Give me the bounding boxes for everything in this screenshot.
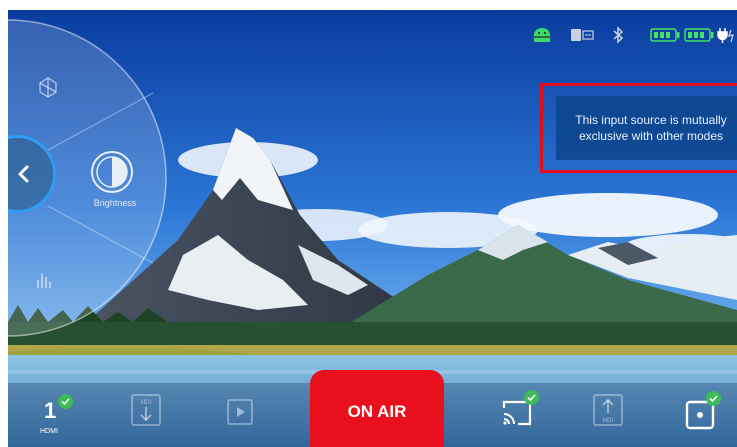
battery-2-icon — [684, 24, 714, 46]
device-screen: Brightness This input source is mutually… — [8, 10, 737, 447]
ndi-out-icon: NDI — [593, 394, 623, 426]
check-icon — [706, 391, 721, 406]
svg-text:NDI: NDI — [603, 418, 614, 424]
bluetooth-icon — [612, 24, 624, 46]
on-air-button[interactable]: ON AIR — [310, 370, 444, 447]
brightness-label: Brightness — [93, 198, 137, 208]
svg-text:NDI: NDI — [141, 400, 152, 406]
ndi-in-icon: NDI — [131, 394, 161, 426]
screen-cast-button[interactable] — [500, 390, 539, 430]
sd-card-icon — [571, 24, 595, 46]
ndi-out-button[interactable]: NDI — [592, 393, 624, 427]
record-button[interactable] — [684, 391, 721, 430]
battery-1-icon — [650, 24, 680, 46]
android-icon — [532, 24, 552, 46]
hdmi-input-button[interactable] — [32, 390, 84, 446]
chevron-left-icon — [18, 165, 29, 183]
input-number: 1 — [44, 398, 57, 423]
play-icon — [227, 399, 253, 425]
check-icon — [58, 394, 73, 409]
power-plug-icon — [717, 24, 735, 46]
input-label: HDMI — [40, 428, 58, 435]
play-button[interactable] — [226, 398, 254, 426]
toast-message: This input source is mutually exclusive … — [556, 96, 737, 160]
check-icon — [524, 390, 539, 405]
ndi-in-button[interactable]: NDI — [130, 393, 162, 427]
